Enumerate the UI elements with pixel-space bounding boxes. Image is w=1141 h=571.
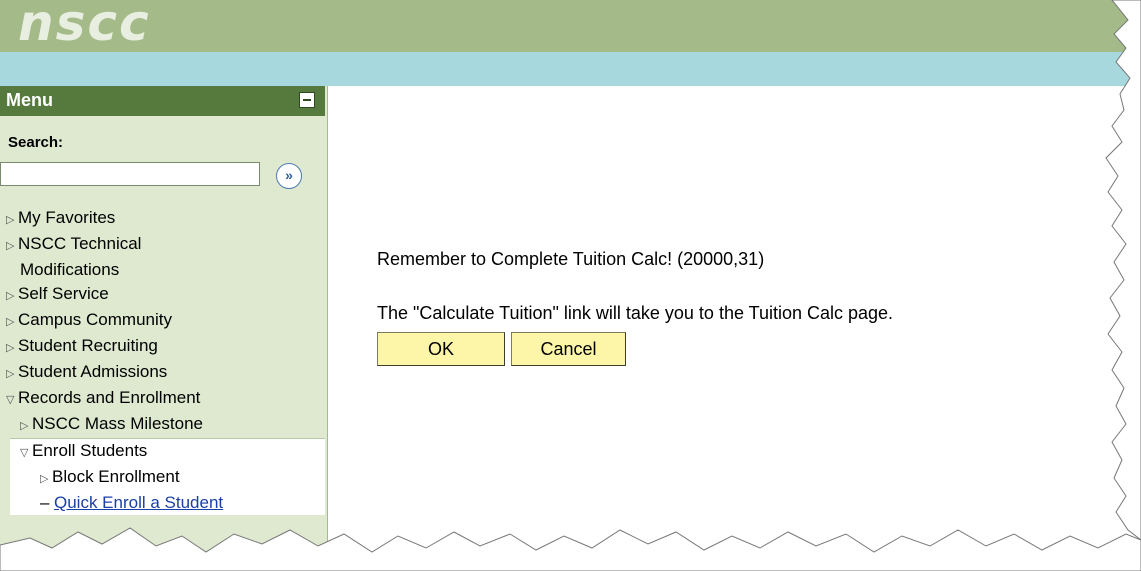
search-go-icon[interactable]: » <box>276 163 302 189</box>
dialog-message-detail: The "Calculate Tuition" link will take y… <box>377 303 894 323</box>
sidebar-item-label: Student Recruiting <box>18 336 158 355</box>
triangle-right-icon: ▷ <box>6 316 15 328</box>
triangle-right-icon: ▷ <box>6 368 15 380</box>
ok-button[interactable]: OK <box>377 332 505 366</box>
sidebar-item-block-enrollment[interactable]: ▷ Block Enrollment <box>10 465 325 491</box>
header-stripe <box>0 52 1141 86</box>
sidebar-link-label[interactable]: Quick Enroll a Student <box>54 493 223 512</box>
sidebar-item-label: Self Service <box>18 284 109 303</box>
sidebar-item-nscc-mass-milestone[interactable]: ▷ NSCC Mass Milestone <box>0 412 325 438</box>
triangle-down-icon: ▽ <box>20 447 29 459</box>
search-label: Search: <box>8 134 64 151</box>
header-banner: nscc <box>0 0 1141 52</box>
sidebar-item-nscc-technical[interactable]: ▷ NSCC Technical Modifications <box>0 232 325 282</box>
sidebar-item-self-service[interactable]: ▷ Self Service <box>0 282 325 308</box>
sidebar-item-records-enrollment[interactable]: ▽ Records and Enrollment <box>0 386 325 412</box>
triangle-right-icon: ▷ <box>40 473 49 485</box>
sidebar-item-my-favorites[interactable]: ▷ My Favorites <box>0 206 325 232</box>
triangle-right-icon: ▷ <box>6 214 15 226</box>
sidebar-item-student-recruiting[interactable]: ▷ Student Recruiting <box>0 334 325 360</box>
menu-navigation: ▷ My Favorites ▷ NSCC Technical Modificati… <box>0 206 325 515</box>
sidebar-item-label: NSCC Technical <box>18 234 142 253</box>
sidebar-menu: Menu Search: » ▷ My Favorites ▷ NSCC Techn… <box>0 86 328 571</box>
triangle-down-icon: ▽ <box>6 394 15 406</box>
enroll-students-section: ▽ Enroll Students ▷ Block Enrollment – Quic… <box>10 438 325 515</box>
sidebar-item-label-cont: Modifications <box>20 260 120 279</box>
sidebar-item-label: Student Admissions <box>18 362 168 381</box>
search-input[interactable] <box>0 162 260 186</box>
sidebar-item-label: My Favorites <box>18 208 116 227</box>
sidebar-item-label: NSCC Mass Milestone <box>32 414 203 433</box>
sidebar-item-student-admissions[interactable]: ▷ Student Admissions <box>0 360 325 386</box>
minus-icon[interactable] <box>299 92 315 108</box>
sidebar-link-quick-enroll[interactable]: – Quick Enroll a Student <box>10 491 325 515</box>
sidebar-item-label: Block Enrollment <box>52 467 180 486</box>
sidebar-item-enroll-students[interactable]: ▽ Enroll Students <box>10 439 325 465</box>
triangle-right-icon: ▷ <box>20 420 29 432</box>
sidebar-item-label: Records and Enrollment <box>18 388 201 407</box>
triangle-right-icon: ▷ <box>6 342 15 354</box>
cancel-button[interactable]: Cancel <box>511 332 626 366</box>
dash-icon: – <box>40 493 50 512</box>
menu-title: Menu <box>6 90 53 110</box>
triangle-right-icon: ▷ <box>6 290 15 302</box>
menu-header: Menu <box>0 86 325 116</box>
nscc-logo: nscc <box>18 0 151 52</box>
page-frame: nscc Menu Search: » ▷ My Favorites ▷ NSCC … <box>0 0 1141 571</box>
sidebar-item-label: Campus Community <box>18 310 172 329</box>
sidebar-item-campus-community[interactable]: ▷ Campus Community <box>0 308 325 334</box>
triangle-right-icon: ▷ <box>6 240 15 252</box>
dialog-message: Remember to Complete Tuition Calc! (2000… <box>377 249 765 269</box>
sidebar-item-label: Enroll Students <box>32 441 148 460</box>
